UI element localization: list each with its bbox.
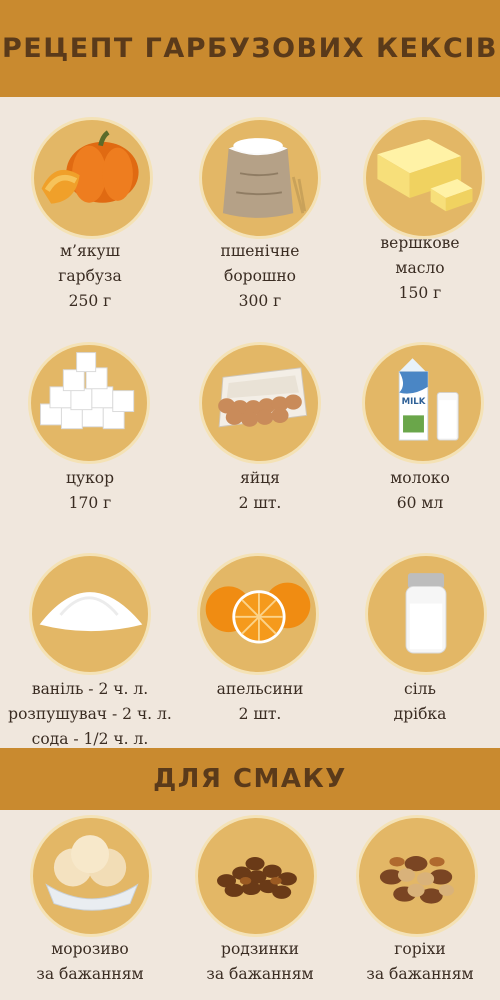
sugar-cubes-icon	[40, 352, 135, 430]
oranges-circle	[197, 553, 319, 675]
ice-cream-icon	[45, 835, 139, 911]
svg-text:MILK: MILK	[402, 397, 426, 407]
eggs-circle	[199, 342, 321, 464]
ingredient-pumpkin: м’якуш гарбуза 250 г	[0, 117, 180, 317]
sugar-circle	[28, 342, 150, 464]
optional-amount: за бажанням	[36, 965, 144, 983]
optional-nuts: горіхи за бажанням	[330, 815, 500, 1000]
ingredient-name-line2: масло	[395, 259, 445, 277]
ingredient-amount: 2 шт.	[238, 705, 282, 723]
ingredient-sugar: цукор 170 г	[0, 342, 180, 522]
flour-circle	[199, 117, 321, 239]
ingredient-amount: 170 г	[68, 494, 112, 512]
flour-bag-icon	[222, 138, 307, 218]
butter-circle	[363, 117, 485, 239]
optional-ice-cream: морозиво за бажанням	[0, 815, 180, 1000]
ingredient-name-line2: борошно	[224, 267, 296, 285]
page-title: РЕЦЕПТ ГАРБУЗОВИХ КЕКСІВ	[2, 33, 498, 64]
ingredient-vanilla: ваніль - 2 ч. л.	[31, 680, 149, 698]
ingredient-eggs: яйця 2 шт.	[170, 342, 350, 522]
optional-name: морозиво	[51, 940, 129, 958]
ingredient-amount: 250 г	[68, 292, 112, 310]
ingredient-salt: сіль дрібка	[330, 553, 500, 748]
eggs-icon	[218, 367, 308, 428]
ingredient-baking-powder: розпушувач - 2 ч. л.	[8, 705, 172, 723]
butter-icon	[377, 139, 473, 212]
ingredient-amount: дрібка	[393, 705, 447, 723]
optional-name: горіхи	[394, 940, 446, 958]
ingredient-milk: MILK молоко 60 мл	[330, 342, 500, 522]
ingredient-amount: 150 г	[398, 284, 442, 302]
ingredient-name: вершкове	[380, 234, 460, 252]
ingredient-name: сіль	[404, 680, 436, 698]
ingredient-name: яйця	[240, 469, 280, 487]
powder-icon	[39, 592, 143, 632]
nuts-circle	[356, 815, 478, 937]
milk-icon: MILK	[398, 358, 459, 441]
ingredient-flour: пшенічне борошно 300 г	[170, 117, 350, 317]
powder-circle	[29, 553, 151, 675]
oranges-icon	[205, 582, 311, 644]
raisins-icon	[217, 856, 297, 899]
ingredient-amount: 2 шт.	[238, 494, 282, 512]
ingredient-name: м’якуш	[60, 242, 120, 260]
ingredient-butter: вершкове масло 150 г	[330, 117, 500, 317]
ingredient-name: апельсини	[216, 680, 304, 698]
optional-amount: за бажанням	[206, 965, 314, 983]
optional-name: родзинки	[221, 940, 299, 958]
milk-circle: MILK	[362, 342, 484, 464]
salt-shaker-icon	[405, 573, 447, 654]
ingredient-name: цукор	[65, 469, 115, 487]
optional-amount: за бажанням	[366, 965, 474, 983]
optional-raisins: родзинки за бажанням	[170, 815, 350, 1000]
optional-banner: ДЛЯ СМАКУ	[0, 748, 500, 810]
nuts-icon	[379, 856, 455, 904]
ice-cream-circle	[30, 815, 152, 937]
ingredient-name-line2: гарбуза	[58, 267, 122, 285]
salt-circle	[365, 553, 487, 675]
ingredient-name: молоко	[390, 469, 450, 487]
pumpkin-circle	[31, 117, 153, 239]
ingredient-name: пшенічне	[220, 242, 300, 260]
ingredient-leavening: ваніль - 2 ч. л. розпушувач - 2 ч. л. со…	[0, 553, 180, 748]
ingredient-amount: 300 г	[238, 292, 282, 310]
ingredient-amount: 60 мл	[396, 494, 444, 512]
optional-title: ДЛЯ СМАКУ	[153, 764, 347, 794]
title-banner: РЕЦЕПТ ГАРБУЗОВИХ КЕКСІВ	[0, 0, 500, 97]
ingredient-oranges: апельсини 2 шт.	[170, 553, 350, 748]
pumpkin-icon	[41, 130, 139, 204]
raisins-circle	[195, 815, 317, 937]
